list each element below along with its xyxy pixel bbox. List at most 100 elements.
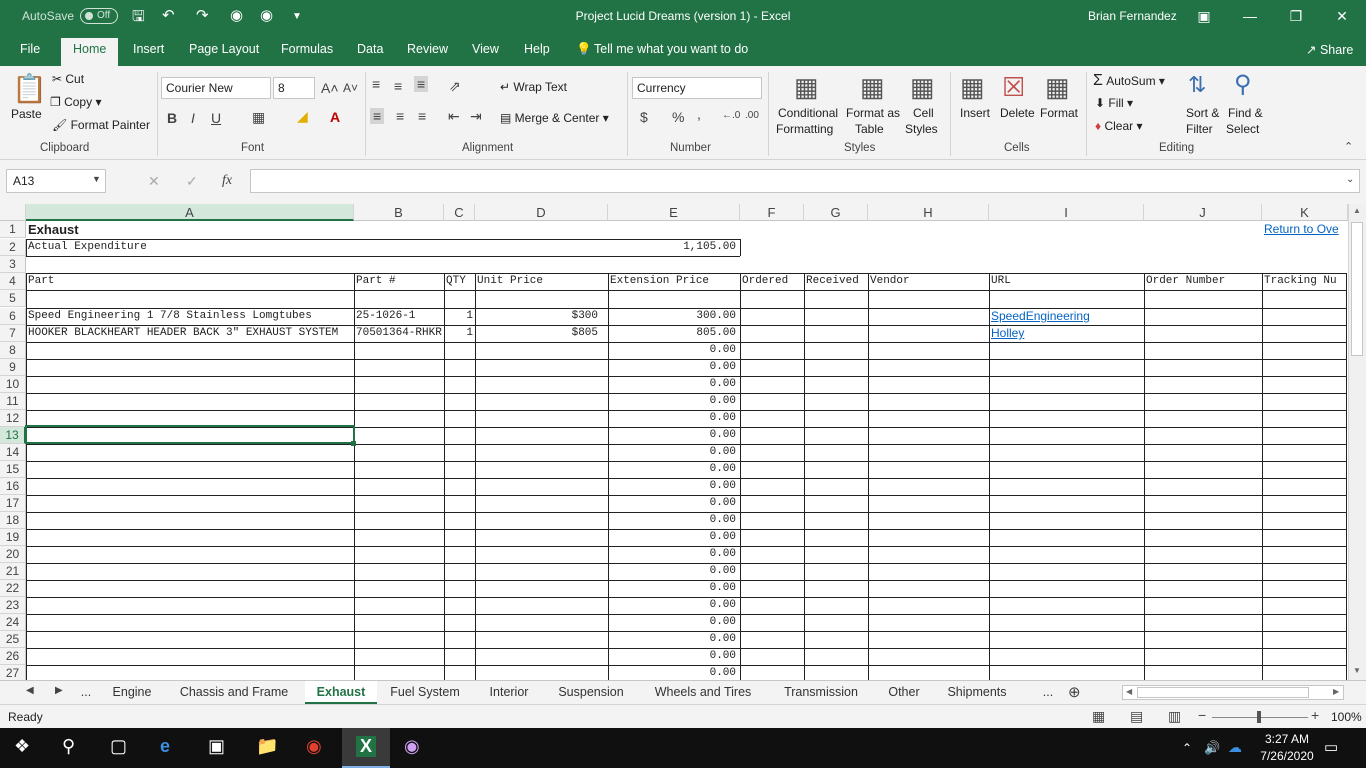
onedrive-icon[interactable]: ☁ <box>1228 739 1242 756</box>
clock-date[interactable]: 7/26/2020 <box>1254 749 1320 763</box>
conditional-formatting-icon[interactable]: ▦ <box>794 72 819 103</box>
extension-price-cell[interactable]: 0.00 <box>608 495 738 512</box>
clear-button[interactable]: ♦ Clear ▾ <box>1095 119 1143 133</box>
row-header[interactable]: 11 <box>0 393 26 410</box>
enter-icon[interactable]: ✓ <box>186 173 198 190</box>
tab-page-layout[interactable]: Page Layout <box>189 42 259 56</box>
item-part-number[interactable]: 25-1026-1 <box>354 308 444 325</box>
sheet-tab-wheels-and-tires[interactable]: Wheels and Tires <box>638 681 768 704</box>
row-header[interactable]: 3 <box>0 256 26 273</box>
extension-price-cell[interactable]: 0.00 <box>608 376 738 393</box>
row-header[interactable]: 22 <box>0 580 26 597</box>
tell-me-search[interactable]: Tell me what you want to do <box>594 42 748 56</box>
column-header-a[interactable]: A <box>26 204 354 221</box>
italic-icon[interactable]: I <box>191 110 195 126</box>
tab-scroll-right-icon[interactable]: ▶ <box>55 685 63 696</box>
row-header[interactable]: 25 <box>0 631 26 648</box>
extension-price-cell[interactable]: 0.00 <box>608 546 738 563</box>
horizontal-scrollbar[interactable]: ◀ ▶ <box>1122 685 1344 700</box>
row-header[interactable]: 18 <box>0 512 26 529</box>
row-header[interactable]: 15 <box>0 461 26 478</box>
name-box-dropdown-icon[interactable]: ▼ <box>92 174 101 184</box>
decrease-decimal-icon[interactable]: .00 <box>745 110 759 121</box>
align-top-icon[interactable]: ≡ <box>372 76 380 92</box>
grow-font-icon[interactable]: A˄ <box>321 80 339 96</box>
column-header-b[interactable]: B <box>354 204 444 221</box>
extension-price-cell[interactable]: 0.00 <box>608 393 738 410</box>
find-select-icon[interactable]: ⚲ <box>1234 70 1252 99</box>
row-header[interactable]: 20 <box>0 546 26 563</box>
fill-color-icon[interactable]: ◢ <box>297 108 308 125</box>
extension-price-cell[interactable]: 0.00 <box>608 529 738 546</box>
row-header[interactable]: 8 <box>0 342 26 359</box>
worksheet-grid[interactable]: A B C D E F G H I J K 1 2 3 4 5 6 7 8 9 10 11 12 13 1… <box>0 204 1366 682</box>
system-app-icon[interactable]: ▣ <box>208 736 225 757</box>
tab-help[interactable]: Help <box>524 42 550 56</box>
sheet-tab-fuel-system[interactable]: Fuel System <box>378 681 472 704</box>
header-vendor[interactable]: Vendor <box>868 273 989 290</box>
extension-price-cell[interactable]: 0.00 <box>608 648 738 665</box>
cut-button[interactable]: ✂ Cut <box>52 72 84 86</box>
tab-review[interactable]: Review <box>407 42 448 56</box>
header-received[interactable]: Received <box>804 273 868 290</box>
extension-price-cell[interactable]: 0.00 <box>608 478 738 495</box>
sheet-tab-other[interactable]: Other <box>874 681 934 704</box>
font-size-select[interactable]: 8 <box>273 77 315 99</box>
return-overview-link[interactable]: Return to Ove <box>1262 221 1346 238</box>
item-extension-price[interactable]: 805.00 <box>608 325 738 342</box>
font-family-select[interactable]: Courier New <box>161 77 271 99</box>
column-header-i[interactable]: I <box>989 204 1144 221</box>
tabs-more-right[interactable]: ... <box>1034 681 1062 704</box>
extension-price-cell[interactable]: 0.00 <box>608 631 738 648</box>
actual-expenditure-label[interactable]: Actual Expenditure <box>26 239 326 256</box>
shrink-font-icon[interactable]: A˅ <box>343 81 358 95</box>
cell-styles-button[interactable]: Cell <box>913 106 934 120</box>
row-header[interactable]: 1 <box>0 221 26 238</box>
column-header-g[interactable]: G <box>804 204 868 221</box>
row-header[interactable]: 2 <box>0 239 26 256</box>
underline-icon[interactable]: U <box>211 110 221 126</box>
column-header-h[interactable]: H <box>868 204 989 221</box>
insert-cells-button[interactable]: Insert <box>960 106 990 120</box>
row-header[interactable]: 26 <box>0 648 26 665</box>
format-cells-icon[interactable]: ▦ <box>1045 72 1070 103</box>
header-tracking-number[interactable]: Tracking Nu <box>1262 273 1346 290</box>
share-button[interactable]: ↗ Share <box>1306 42 1353 57</box>
increase-indent-icon[interactable]: ⇥ <box>470 108 482 125</box>
extension-price-cell[interactable]: 0.00 <box>608 444 738 461</box>
search-icon[interactable]: ⚲ <box>62 736 75 757</box>
format-cells-button[interactable]: Format <box>1040 106 1078 120</box>
item-unit-price[interactable]: $805 <box>475 325 600 342</box>
row-header[interactable]: 9 <box>0 359 26 376</box>
zoom-level[interactable]: 100% <box>1331 710 1362 724</box>
normal-view-icon[interactable]: ▦ <box>1092 708 1105 725</box>
sort-filter-icon[interactable]: ⇅ <box>1188 72 1206 98</box>
tabs-more-left[interactable]: ... <box>72 681 100 704</box>
tab-file[interactable]: File <box>20 42 40 56</box>
ribbon-display-icon[interactable]: ▣ <box>1184 4 1224 28</box>
tab-insert[interactable]: Insert <box>133 42 164 56</box>
paint-app-icon[interactable]: ◉ <box>404 736 420 757</box>
sort-filter-button[interactable]: Sort & <box>1186 106 1219 120</box>
row-header[interactable]: 21 <box>0 563 26 580</box>
align-right-icon[interactable]: ≡ <box>418 108 426 124</box>
autosum-button[interactable]: Σ AutoSum ▾ <box>1093 72 1165 90</box>
file-explorer-icon[interactable]: 📁 <box>256 736 278 757</box>
item-unit-price[interactable]: $300 <box>475 308 600 325</box>
header-order-number[interactable]: Order Number <box>1144 273 1262 290</box>
sheet-tab-engine[interactable]: Engine <box>102 681 162 704</box>
row-header[interactable]: 13 <box>0 427 26 444</box>
insert-function-icon[interactable]: fx <box>222 173 232 189</box>
align-left-icon[interactable]: ≡ <box>370 108 385 124</box>
column-header-f[interactable]: F <box>740 204 804 221</box>
sheet-tab-exhaust[interactable]: Exhaust <box>305 681 377 704</box>
sheet-title[interactable]: Exhaust <box>26 221 326 238</box>
extension-price-cell[interactable]: 0.00 <box>608 342 738 359</box>
fill-button[interactable]: ⬇ Fill ▾ <box>1095 96 1133 110</box>
row-header[interactable]: 17 <box>0 495 26 512</box>
decrease-indent-icon[interactable]: ⇤ <box>448 108 460 125</box>
clock-time[interactable]: 3:27 AM <box>1258 732 1316 746</box>
number-format-select[interactable]: Currency <box>632 77 762 99</box>
hscroll-right-icon[interactable]: ▶ <box>1333 687 1339 696</box>
horizontal-scroll-thumb[interactable] <box>1137 687 1309 698</box>
